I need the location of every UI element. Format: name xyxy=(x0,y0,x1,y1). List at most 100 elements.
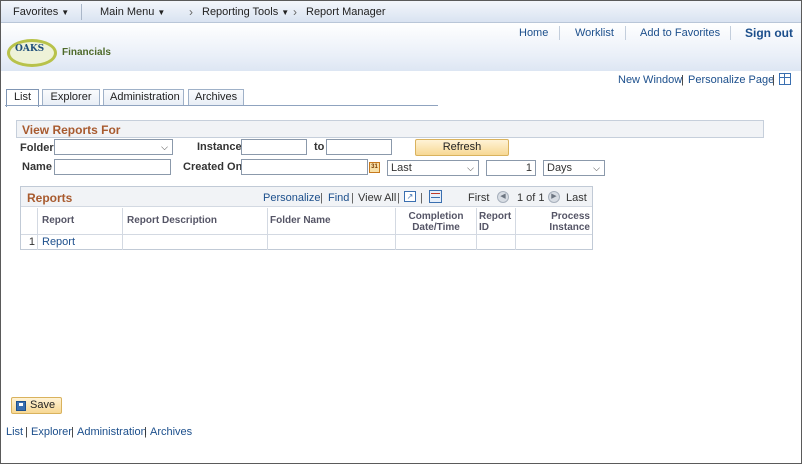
save-button[interactable]: Save xyxy=(11,397,62,414)
first-link[interactable]: First xyxy=(468,192,489,204)
logo-subtitle: Financials xyxy=(62,47,111,58)
grid-header: Reports Personalize | Find | View All | … xyxy=(21,187,592,207)
link-separator: | xyxy=(681,74,684,86)
nav-divider xyxy=(81,4,82,20)
header-line: Completion xyxy=(408,211,464,222)
report-id-cell xyxy=(477,235,516,250)
logo-text: OAKS xyxy=(15,44,45,54)
dropdown-arrow-icon: ▼ xyxy=(157,8,166,17)
main-menu[interactable]: Main Menu ▼ xyxy=(100,1,165,23)
section-title: View Reports For xyxy=(22,123,121,137)
pagination-range: 1 of 1 xyxy=(517,192,545,204)
report-link[interactable]: Report xyxy=(38,235,123,250)
folder-name-cell xyxy=(268,235,396,250)
row-number: 1 xyxy=(21,235,38,250)
header-divider xyxy=(559,26,560,40)
period-value: Last xyxy=(391,162,412,174)
tab-archives[interactable]: Archives xyxy=(188,89,244,106)
grid-separator: | xyxy=(420,192,423,204)
view-all-link[interactable]: View All xyxy=(358,192,396,204)
grid-separator: | xyxy=(351,192,354,204)
calendar-icon[interactable]: 31 xyxy=(369,162,380,173)
column-header-report[interactable]: Report xyxy=(38,208,123,234)
link-separator: | xyxy=(772,74,775,86)
personalize-link[interactable]: Personalize xyxy=(263,192,320,204)
unit-select[interactable]: Days ⌵ xyxy=(543,160,605,176)
tab-explorer[interactable]: Explorer xyxy=(42,89,100,106)
view-reports-for-section: View Reports For xyxy=(16,120,764,138)
header-divider xyxy=(730,26,731,40)
dropdown-arrow-icon: ▼ xyxy=(281,8,290,17)
save-disk-icon xyxy=(16,401,26,411)
favorites-menu[interactable]: Favorites ▼ xyxy=(13,1,69,23)
link-separator: | xyxy=(71,426,74,438)
instance-label: Instance xyxy=(197,141,242,153)
process-instance-cell xyxy=(516,235,592,250)
report-manager-crumb[interactable]: Report Manager xyxy=(306,1,386,23)
worklist-link[interactable]: Worklist xyxy=(575,27,614,39)
find-link[interactable]: Find xyxy=(328,192,349,204)
bottom-link-administration[interactable]: Administration xyxy=(77,426,147,438)
breadcrumb-arrow-icon: › xyxy=(189,5,193,19)
name-label: Name xyxy=(22,161,52,173)
instance-to-input[interactable] xyxy=(326,139,392,155)
bottom-link-archives[interactable]: Archives xyxy=(150,426,192,438)
top-nav-bar: Favorites ▼ Main Menu ▼ › Reporting Tools ▼… xyxy=(1,1,801,23)
unit-value: Days xyxy=(547,162,573,174)
new-window-link[interactable]: New Window xyxy=(618,74,682,86)
bottom-link-explorer[interactable]: Explorer xyxy=(31,426,72,438)
row-number-header xyxy=(21,208,38,234)
header-line: Report xyxy=(479,211,512,222)
chevron-down-icon: ⌵ xyxy=(161,142,168,152)
link-separator: | xyxy=(144,426,147,438)
tab-administration[interactable]: Administration xyxy=(103,89,184,106)
header-line: Process xyxy=(551,211,590,222)
add-to-favorites-link[interactable]: Add to Favorites xyxy=(640,27,720,39)
download-spreadsheet-icon[interactable] xyxy=(429,190,442,203)
report-description-cell xyxy=(123,235,268,250)
grid-separator: | xyxy=(320,192,323,204)
last-link[interactable]: Last xyxy=(566,192,587,204)
personalize-page-link[interactable]: Personalize Page xyxy=(688,74,774,86)
header-divider xyxy=(625,26,626,40)
zoom-icon[interactable]: ↗ xyxy=(404,191,416,202)
dropdown-arrow-icon: ▼ xyxy=(61,8,70,17)
save-label: Save xyxy=(30,399,56,411)
column-header-report-description[interactable]: Report Description xyxy=(123,208,268,234)
home-link[interactable]: Home xyxy=(519,27,548,39)
header-line: Date/Time xyxy=(412,222,460,233)
refresh-button[interactable]: Refresh xyxy=(415,139,509,156)
favorites-label: Favorites xyxy=(13,6,59,18)
name-input[interactable] xyxy=(54,159,171,175)
grid-separator: | xyxy=(397,192,400,204)
column-header-folder-name[interactable]: Folder Name xyxy=(268,208,396,234)
previous-arrow-icon[interactable]: ◀ xyxy=(497,191,509,203)
reporting-tools-menu[interactable]: Reporting Tools ▼ xyxy=(202,1,289,23)
column-header-process-instance[interactable]: Process Instance xyxy=(516,208,592,234)
folder-select[interactable]: ⌵ xyxy=(54,139,173,155)
to-label: to xyxy=(314,141,325,153)
chevron-down-icon: ⌵ xyxy=(593,163,600,173)
bottom-link-list[interactable]: List xyxy=(6,426,23,438)
header-line: Instance xyxy=(549,222,590,233)
main-menu-label: Main Menu xyxy=(100,6,155,18)
reports-grid: Reports Personalize | Find | View All | … xyxy=(20,186,593,250)
tab-baseline xyxy=(5,105,438,106)
next-arrow-icon[interactable]: ▶ xyxy=(548,191,560,203)
chevron-down-icon: ⌵ xyxy=(467,163,474,173)
page-header: OAKS Financials Home Worklist Add to Fav… xyxy=(1,23,801,71)
folder-label: Folder xyxy=(20,142,54,154)
help-grid-icon[interactable] xyxy=(779,73,791,85)
instance-from-input[interactable] xyxy=(241,139,307,155)
completion-cell xyxy=(396,235,477,250)
table-row: 1 Report xyxy=(21,234,592,250)
created-on-label: Created On xyxy=(183,161,243,173)
column-header-report-id[interactable]: Report ID xyxy=(477,208,516,234)
sign-out-link[interactable]: Sign out xyxy=(745,26,793,40)
breadcrumb-arrow-icon: › xyxy=(293,5,297,19)
created-on-input[interactable] xyxy=(241,159,368,175)
count-input[interactable]: 1 xyxy=(486,160,536,176)
link-separator: | xyxy=(25,426,28,438)
period-select[interactable]: Last ⌵ xyxy=(387,160,479,176)
column-header-completion-datetime[interactable]: Completion Date/Time xyxy=(396,208,477,234)
